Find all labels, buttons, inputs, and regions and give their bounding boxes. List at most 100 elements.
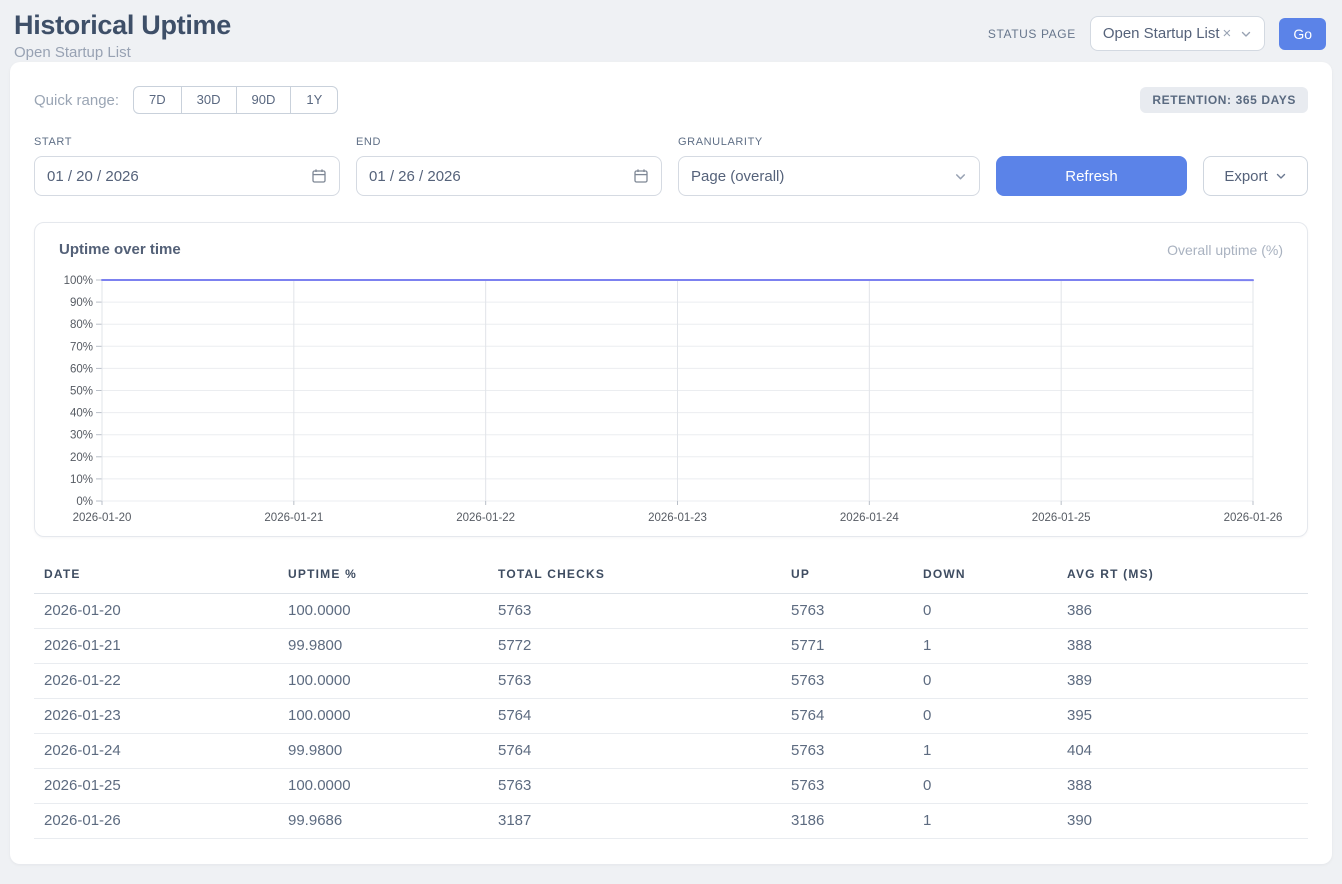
- chevron-down-icon: [954, 170, 967, 183]
- svg-text:90%: 90%: [70, 297, 93, 309]
- quick-range-row: Quick range: 7D 30D 90D 1Y RETENTION: 36…: [34, 86, 1308, 114]
- start-date-label: START: [34, 136, 340, 148]
- quick-range-label: Quick range:: [34, 92, 119, 109]
- table-cell: 2026-01-26: [34, 804, 278, 839]
- svg-text:20%: 20%: [70, 452, 93, 464]
- table-cell: 2026-01-25: [34, 769, 278, 804]
- table-row: 2026-01-20100.0000576357630386: [34, 594, 1308, 629]
- table-cell: 5764: [488, 734, 781, 769]
- quick-range-30d-button[interactable]: 30D: [182, 86, 237, 114]
- chart-header: Uptime over time Overall uptime (%): [51, 239, 1291, 270]
- svg-text:40%: 40%: [70, 408, 93, 420]
- table-cell: 99.9800: [278, 629, 488, 664]
- table-cell: 389: [1057, 664, 1308, 699]
- svg-text:2026-01-22: 2026-01-22: [456, 512, 515, 524]
- svg-text:100%: 100%: [64, 275, 93, 287]
- svg-text:10%: 10%: [70, 474, 93, 486]
- table-cell: 2026-01-23: [34, 699, 278, 734]
- table-cell: 0: [913, 664, 1057, 699]
- column-header-up: UP: [781, 561, 913, 594]
- table-row: 2026-01-2499.9800576457631404: [34, 734, 1308, 769]
- header-right: STATUS PAGE Open Startup List × Go: [988, 16, 1326, 51]
- filter-fields-row: START END GRANULARITY Page (overall): [34, 136, 1308, 196]
- uptime-line-chart: 0% 10% 20% 30% 40% 50% 60% 70% 80% 90% 100% 2026-01…: [51, 270, 1291, 530]
- column-header-total-checks: TOTAL CHECKS: [488, 561, 781, 594]
- svg-text:2026-01-21: 2026-01-21: [264, 512, 323, 524]
- table-cell: 386: [1057, 594, 1308, 629]
- column-header-date: DATE: [34, 561, 278, 594]
- svg-text:2026-01-25: 2026-01-25: [1032, 512, 1091, 524]
- end-date-group: END: [356, 136, 662, 196]
- table-cell: 388: [1057, 629, 1308, 664]
- table-row: 2026-01-23100.0000576457640395: [34, 699, 1308, 734]
- table-cell: 2026-01-24: [34, 734, 278, 769]
- export-button-label: Export: [1224, 168, 1267, 185]
- column-header-uptime: UPTIME %: [278, 561, 488, 594]
- table-cell: 5763: [488, 664, 781, 699]
- table-cell: 1: [913, 804, 1057, 839]
- table-cell: 0: [913, 699, 1057, 734]
- table-cell: 5763: [488, 769, 781, 804]
- table-cell: 5763: [781, 734, 913, 769]
- table-cell: 3187: [488, 804, 781, 839]
- table-cell: 2026-01-21: [34, 629, 278, 664]
- svg-text:2026-01-24: 2026-01-24: [840, 512, 899, 524]
- granularity-label: GRANULARITY: [678, 136, 980, 148]
- table-cell: 0: [913, 594, 1057, 629]
- table-cell: 395: [1057, 699, 1308, 734]
- status-page-select[interactable]: Open Startup List ×: [1090, 16, 1266, 51]
- quick-range-90d-button[interactable]: 90D: [237, 86, 292, 114]
- svg-text:80%: 80%: [70, 319, 93, 331]
- chart-title: Uptime over time: [59, 241, 181, 258]
- table-row: 2026-01-2199.9800577257711388: [34, 629, 1308, 664]
- uptime-chart-card: Uptime over time Overall uptime (%) 0% 10…: [34, 222, 1308, 537]
- start-date-input[interactable]: [47, 168, 303, 185]
- table-cell: 390: [1057, 804, 1308, 839]
- export-button[interactable]: Export: [1203, 156, 1308, 196]
- refresh-button[interactable]: Refresh: [996, 156, 1187, 196]
- svg-text:60%: 60%: [70, 363, 93, 375]
- table-cell: 100.0000: [278, 664, 488, 699]
- chevron-down-icon: [1240, 28, 1252, 40]
- table-cell: 0: [913, 769, 1057, 804]
- svg-text:2026-01-23: 2026-01-23: [648, 512, 707, 524]
- end-date-input[interactable]: [369, 168, 625, 185]
- uptime-table: DATE UPTIME % TOTAL CHECKS UP DOWN AVG R…: [34, 561, 1308, 839]
- svg-text:0%: 0%: [76, 496, 93, 508]
- column-header-avg-rt: AVG RT (MS): [1057, 561, 1308, 594]
- column-header-down: DOWN: [913, 561, 1057, 594]
- table-cell: 5772: [488, 629, 781, 664]
- quick-range-7d-button[interactable]: 7D: [133, 86, 182, 114]
- table-cell: 1: [913, 629, 1057, 664]
- quick-range-group: Quick range: 7D 30D 90D 1Y: [34, 86, 338, 114]
- clear-selection-icon[interactable]: ×: [1223, 25, 1232, 42]
- retention-badge: RETENTION: 365 DAYS: [1140, 87, 1308, 113]
- table-cell: 5763: [781, 664, 913, 699]
- status-page-label: STATUS PAGE: [988, 27, 1076, 41]
- chevron-down-icon: [1275, 170, 1287, 182]
- svg-text:30%: 30%: [70, 430, 93, 442]
- svg-text:70%: 70%: [70, 341, 93, 353]
- calendar-icon[interactable]: [633, 168, 649, 184]
- table-cell: 5764: [781, 699, 913, 734]
- svg-text:50%: 50%: [70, 386, 93, 398]
- granularity-select[interactable]: Page (overall): [678, 156, 980, 196]
- table-cell: 99.9800: [278, 734, 488, 769]
- end-date-label: END: [356, 136, 662, 148]
- main-panel: Quick range: 7D 30D 90D 1Y RETENTION: 36…: [10, 62, 1332, 864]
- status-page-selected-value: Open Startup List: [1103, 25, 1220, 42]
- table-cell: 2026-01-22: [34, 664, 278, 699]
- granularity-selected-value: Page (overall): [691, 168, 939, 185]
- table-cell: 100.0000: [278, 699, 488, 734]
- table-header-row: DATE UPTIME % TOTAL CHECKS UP DOWN AVG R…: [34, 561, 1308, 594]
- start-date-field[interactable]: [34, 156, 340, 196]
- chart-legend: Overall uptime (%): [1167, 242, 1283, 258]
- quick-range-buttons: 7D 30D 90D 1Y: [133, 86, 338, 114]
- table-cell: 1: [913, 734, 1057, 769]
- end-date-field[interactable]: [356, 156, 662, 196]
- table-cell: 100.0000: [278, 594, 488, 629]
- start-date-group: START: [34, 136, 340, 196]
- go-button[interactable]: Go: [1279, 18, 1326, 50]
- calendar-icon[interactable]: [311, 168, 327, 184]
- quick-range-1y-button[interactable]: 1Y: [291, 86, 338, 114]
